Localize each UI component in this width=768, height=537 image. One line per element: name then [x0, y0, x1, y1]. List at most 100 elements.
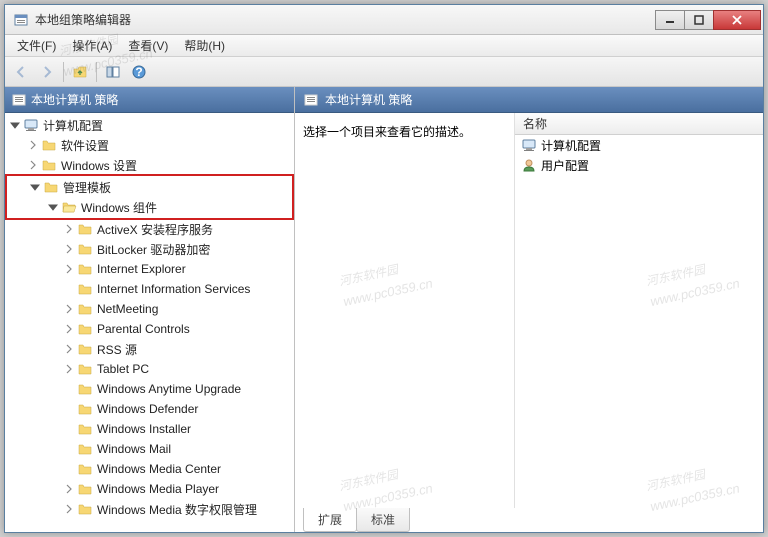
highlight-box: 管理模板 Windows 组件	[5, 174, 294, 220]
folder-icon	[43, 179, 59, 195]
maximize-button[interactable]	[684, 10, 714, 30]
minimize-button[interactable]	[655, 10, 685, 30]
back-button[interactable]	[9, 60, 33, 84]
expander-closed-icon[interactable]	[63, 323, 75, 335]
menu-file[interactable]: 文件(F)	[9, 35, 64, 56]
expander-closed-icon[interactable]	[63, 503, 75, 515]
expander-open-icon[interactable]	[47, 201, 59, 213]
column-header-name[interactable]: 名称	[515, 113, 763, 135]
app-icon	[13, 12, 29, 28]
expander-closed-icon[interactable]	[63, 383, 75, 395]
menu-help[interactable]: 帮助(H)	[176, 35, 233, 56]
close-button[interactable]	[713, 10, 761, 30]
node-label: Parental Controls	[97, 322, 190, 336]
tree-node-item[interactable]: Tablet PC	[5, 359, 294, 379]
tree-node-computer-config[interactable]: 计算机配置	[5, 115, 294, 135]
tree-node-item[interactable]: Windows Media Player	[5, 479, 294, 499]
folder-icon	[77, 401, 93, 417]
tree-node-item[interactable]: Windows Installer	[5, 419, 294, 439]
expander-open-icon[interactable]	[29, 181, 41, 193]
tree-node-item[interactable]: Windows Media 数字权限管理	[5, 499, 294, 519]
tree-node-item[interactable]: NetMeeting	[5, 299, 294, 319]
expander-closed-icon[interactable]	[63, 403, 75, 415]
folder-icon	[77, 221, 93, 237]
expander-closed-icon[interactable]	[63, 363, 75, 375]
node-label: Windows 设置	[61, 157, 137, 174]
folder-icon	[77, 241, 93, 257]
tree-body[interactable]: 计算机配置 软件设置 Windows 设置 管理模板	[5, 113, 294, 532]
node-label: Internet Information Services	[97, 282, 250, 296]
list-item-computer-config[interactable]: 计算机配置	[515, 135, 763, 155]
node-label: 计算机配置	[43, 117, 103, 134]
list-item-label: 用户配置	[541, 157, 589, 174]
tree-node-windows-components[interactable]: Windows 组件	[7, 197, 292, 217]
tree-node-software-settings[interactable]: 软件设置	[5, 135, 294, 155]
computer-icon	[23, 117, 39, 133]
folder-icon	[77, 321, 93, 337]
tab-extended[interactable]: 扩展	[303, 508, 357, 532]
expander-closed-icon[interactable]	[63, 223, 75, 235]
expander-closed-icon[interactable]	[63, 283, 75, 295]
tree-node-item[interactable]: Parental Controls	[5, 319, 294, 339]
tab-standard[interactable]: 标准	[356, 508, 410, 532]
list-column: 名称 计算机配置 用户配置	[515, 113, 763, 508]
toolbar: ?	[5, 57, 763, 87]
expander-closed-icon[interactable]	[27, 159, 39, 171]
tree-header-label: 本地计算机 策略	[31, 91, 118, 108]
menu-action[interactable]: 操作(A)	[64, 35, 120, 56]
folder-icon	[77, 501, 93, 517]
node-label: Windows Installer	[97, 422, 191, 436]
content-area: 本地计算机 策略 计算机配置 软件设置 Windows 设置	[5, 87, 763, 532]
expander-closed-icon[interactable]	[63, 303, 75, 315]
folder-icon	[77, 341, 93, 357]
folder-icon	[77, 481, 93, 497]
folder-icon	[77, 301, 93, 317]
computer-icon	[521, 137, 537, 153]
expander-closed-icon[interactable]	[63, 443, 75, 455]
expander-closed-icon[interactable]	[63, 263, 75, 275]
expander-closed-icon[interactable]	[63, 483, 75, 495]
separator-icon	[63, 62, 64, 82]
separator-icon	[96, 62, 97, 82]
folder-icon	[77, 381, 93, 397]
tree-node-item[interactable]: BitLocker 驱动器加密	[5, 239, 294, 259]
main-window: 本地组策略编辑器 文件(F) 操作(A) 查看(V) 帮助(H) ? 本地计算机…	[4, 4, 764, 533]
folder-icon	[41, 137, 57, 153]
tree-node-item[interactable]: Windows Anytime Upgrade	[5, 379, 294, 399]
expander-open-icon[interactable]	[9, 119, 21, 131]
tree-node-item[interactable]: Windows Defender	[5, 399, 294, 419]
window-title: 本地组策略编辑器	[35, 11, 656, 28]
tree-node-item[interactable]: Internet Information Services	[5, 279, 294, 299]
list-item-user-config[interactable]: 用户配置	[515, 155, 763, 175]
expander-closed-icon[interactable]	[27, 139, 39, 151]
help-button[interactable]: ?	[127, 60, 151, 84]
tree-node-item[interactable]: Internet Explorer	[5, 259, 294, 279]
expander-closed-icon[interactable]	[63, 243, 75, 255]
expander-closed-icon[interactable]	[63, 463, 75, 475]
tree-node-admin-templates[interactable]: 管理模板	[7, 177, 292, 197]
up-button[interactable]	[68, 60, 92, 84]
node-label: Windows Defender	[97, 402, 198, 416]
folder-icon	[41, 157, 57, 173]
details-body: 选择一个项目来查看它的描述。 名称 计算机配置 用户配置	[295, 113, 763, 508]
node-label: Windows Media Center	[97, 462, 221, 476]
folder-icon	[77, 361, 93, 377]
tree-node-item[interactable]: RSS 源	[5, 339, 294, 359]
tree-node-item[interactable]: ActiveX 安装程序服务	[5, 219, 294, 239]
forward-button[interactable]	[35, 60, 59, 84]
expander-closed-icon[interactable]	[63, 343, 75, 355]
menu-view[interactable]: 查看(V)	[120, 35, 176, 56]
tree-node-item[interactable]: Windows Media Center	[5, 459, 294, 479]
expander-closed-icon[interactable]	[63, 423, 75, 435]
tree-node-item[interactable]: Windows Mail	[5, 439, 294, 459]
tree-node-windows-settings[interactable]: Windows 设置	[5, 155, 294, 175]
svg-text:?: ?	[135, 65, 142, 79]
show-hide-tree-button[interactable]	[101, 60, 125, 84]
node-label: NetMeeting	[97, 302, 158, 316]
folder-icon	[77, 441, 93, 457]
node-label: Tablet PC	[97, 362, 149, 376]
tree-header: 本地计算机 策略	[5, 87, 294, 113]
titlebar: 本地组策略编辑器	[5, 5, 763, 35]
folder-icon	[77, 421, 93, 437]
folder-icon	[77, 461, 93, 477]
